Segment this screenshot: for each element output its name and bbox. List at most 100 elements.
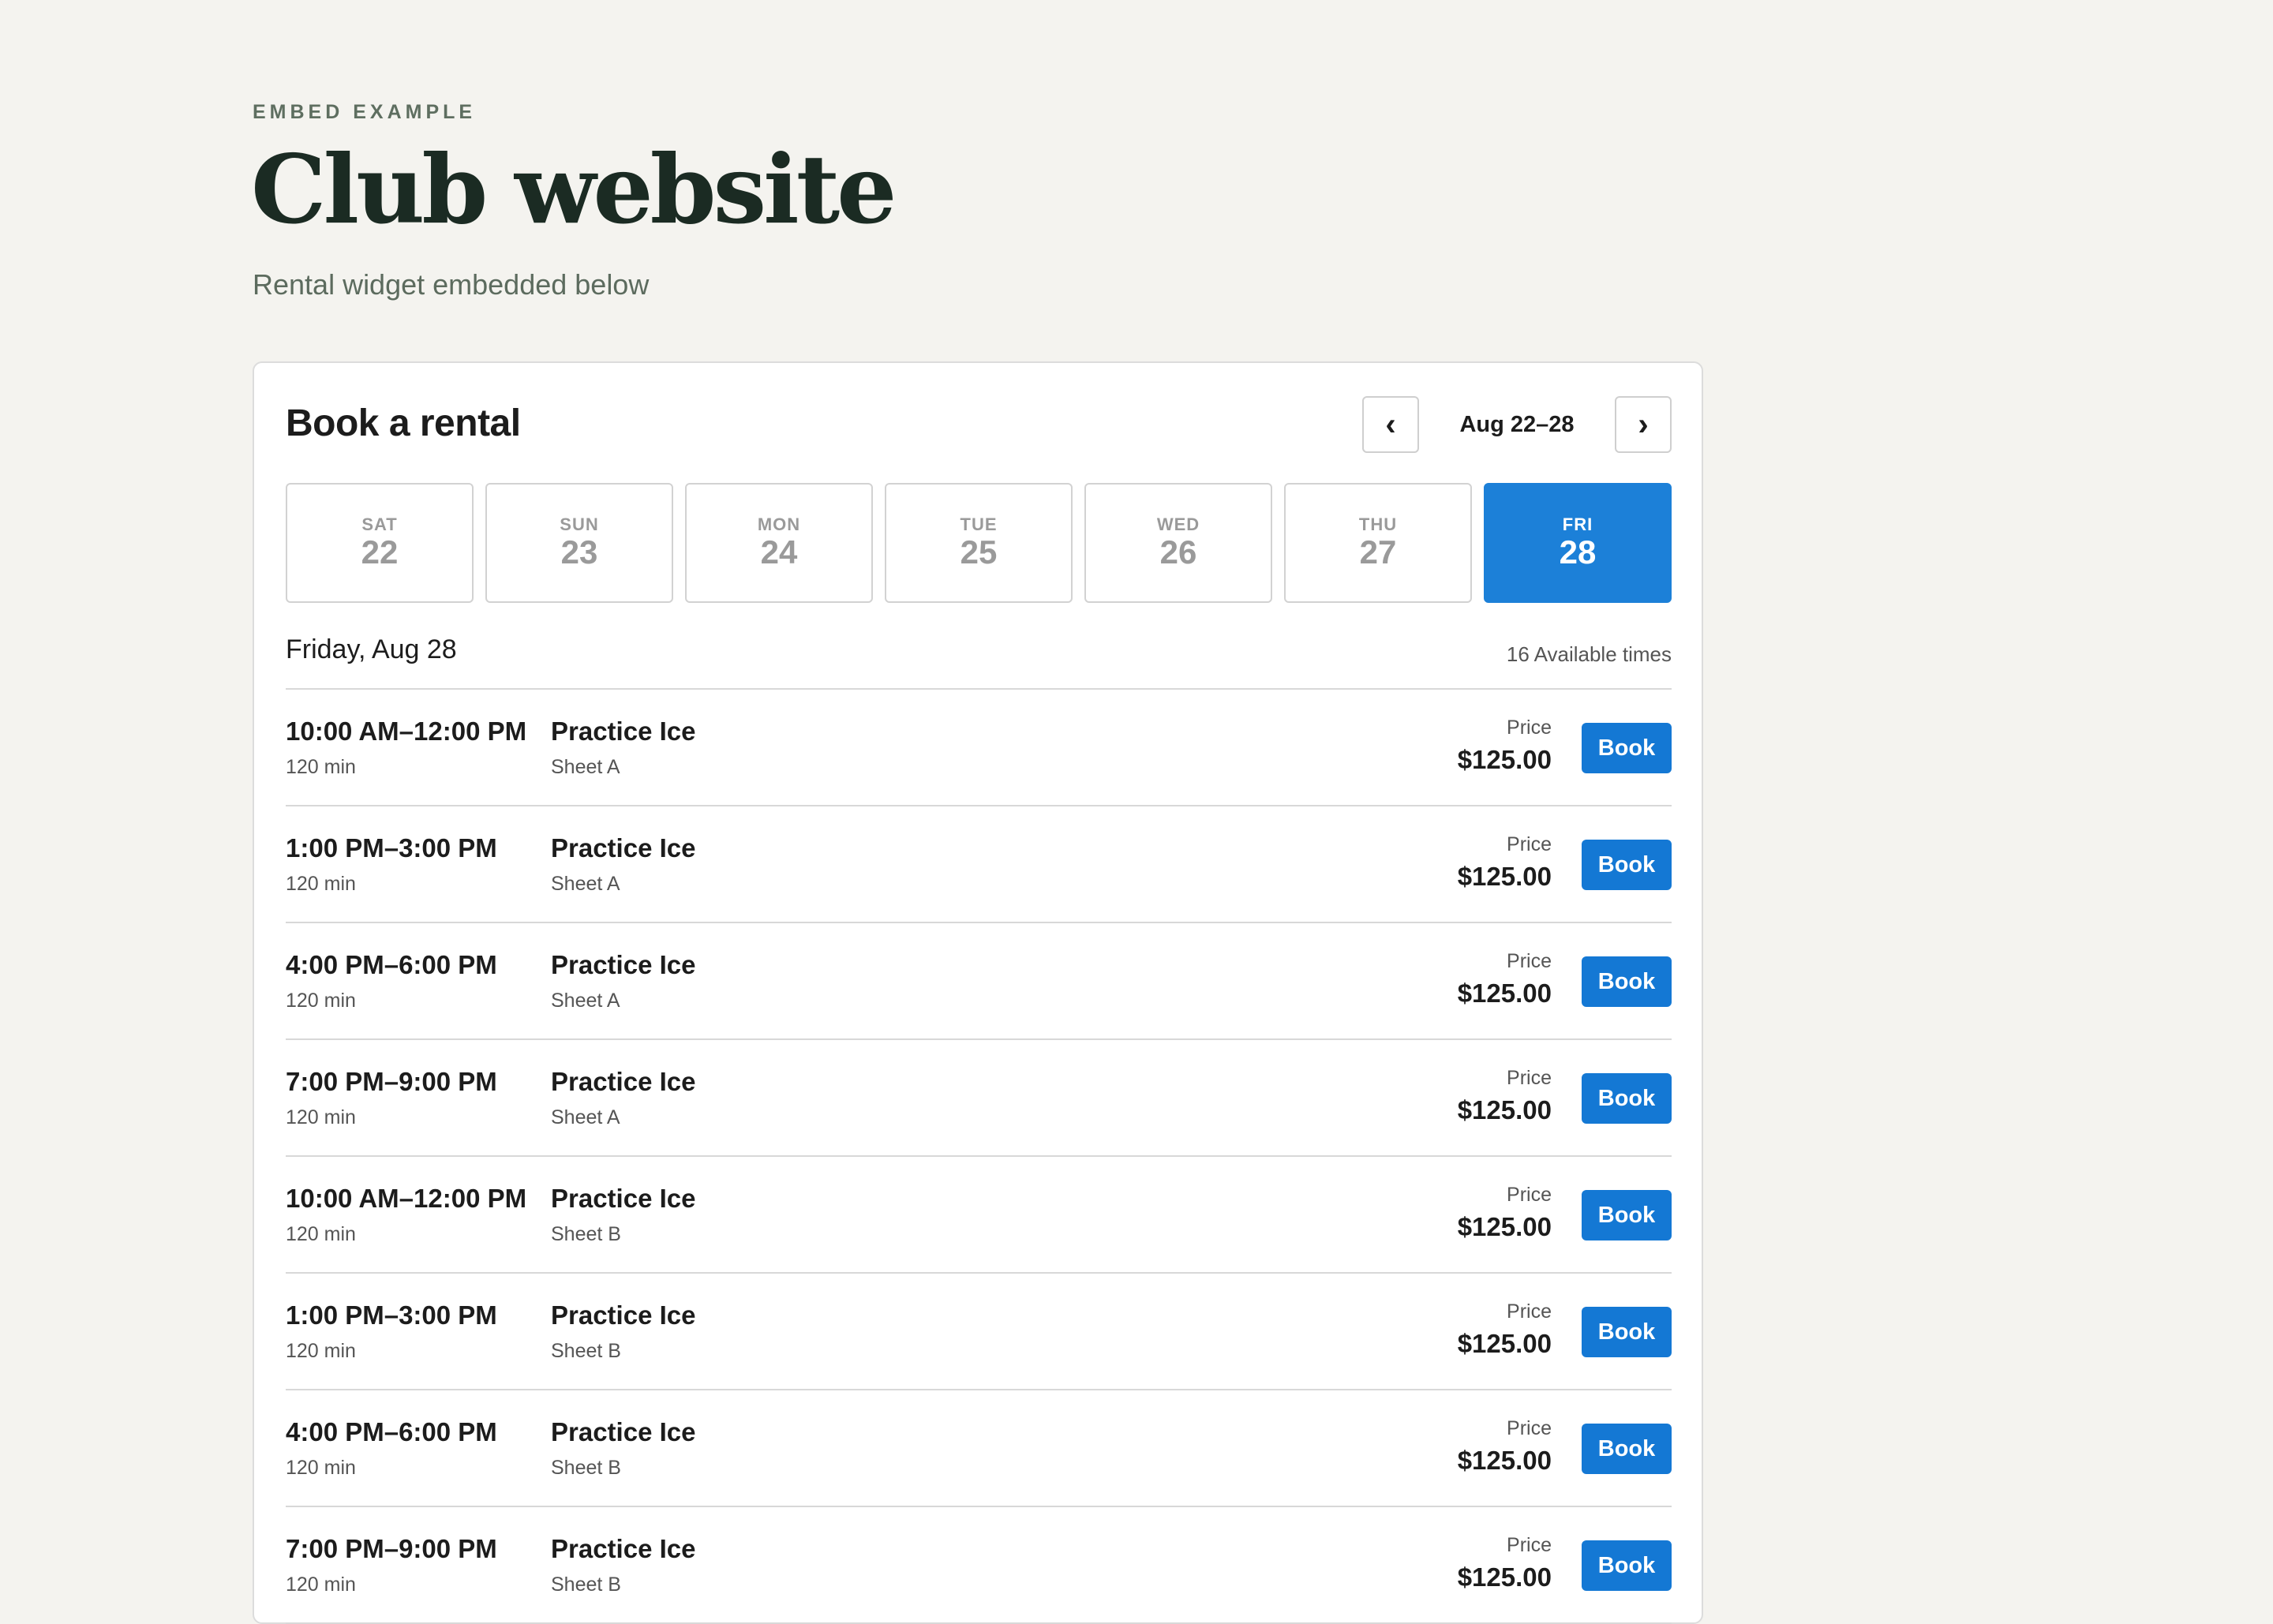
slot-time: 1:00 PM–3:00 PM: [286, 1300, 497, 1330]
slot-time: 7:00 PM–9:00 PM: [286, 1067, 497, 1096]
day-tile-sat[interactable]: SAT 22: [286, 483, 474, 603]
day-number: 27: [1359, 533, 1397, 571]
day-tile-tue[interactable]: TUE 25: [885, 483, 1073, 603]
slot-duration: 120 min: [286, 1457, 356, 1479]
widget-title: Book a rental: [286, 402, 521, 444]
day-of-week: TUE: [960, 515, 998, 534]
book-button[interactable]: Book: [1582, 1073, 1672, 1124]
time-slot-row: 7:00 PM–9:00 PM 120 min Practice Ice She…: [286, 1040, 1672, 1157]
slot-time: 10:00 AM–12:00 PM: [286, 717, 527, 746]
day-tile-sun[interactable]: SUN 23: [485, 483, 673, 603]
book-button[interactable]: Book: [1582, 840, 1672, 890]
date-range-label: Aug 22–28: [1459, 412, 1575, 437]
slot-time: 1:00 PM–3:00 PM: [286, 833, 497, 863]
slot-sheet: Sheet A: [551, 1106, 620, 1128]
day-of-week: SAT: [361, 515, 398, 534]
day-of-week: FRI: [1562, 515, 1593, 534]
book-button[interactable]: Book: [1582, 1540, 1672, 1591]
slot-time: 4:00 PM–6:00 PM: [286, 950, 497, 979]
day-of-week: SUN: [560, 515, 599, 534]
day-tile-wed[interactable]: WED 26: [1084, 483, 1272, 603]
book-button[interactable]: Book: [1582, 723, 1672, 773]
day-number: 24: [760, 533, 798, 571]
time-slot-row: 7:00 PM–9:00 PM 120 min Practice Ice She…: [286, 1507, 1672, 1624]
available-times-count: 16 Available times: [1507, 642, 1672, 667]
slot-time: 4:00 PM–6:00 PM: [286, 1417, 497, 1446]
slot-sheet: Sheet A: [551, 756, 620, 778]
chevron-right-icon: ›: [1638, 406, 1649, 442]
book-button[interactable]: Book: [1582, 1190, 1672, 1240]
day-tile-thu[interactable]: THU 27: [1284, 483, 1472, 603]
slot-price: $125.00: [1457, 1562, 1552, 1592]
previous-week-button[interactable]: ‹: [1362, 396, 1419, 453]
slot-duration: 120 min: [286, 1573, 356, 1596]
day-selector: SAT 22 SUN 23 MON 24 TUE 25 WED 26 THU 2…: [286, 483, 1672, 603]
slot-duration: 120 min: [286, 1223, 356, 1245]
price-label: Price: [1507, 1300, 1552, 1323]
day-number: 28: [1559, 533, 1597, 571]
day-of-week: THU: [1358, 515, 1398, 534]
slot-sheet: Sheet A: [551, 873, 620, 895]
slot-duration: 120 min: [286, 990, 356, 1012]
time-slot-row: 10:00 AM–12:00 PM 120 min Practice Ice S…: [286, 1157, 1672, 1274]
slot-duration: 120 min: [286, 873, 356, 895]
slot-rental-name: Practice Ice: [551, 1300, 696, 1330]
slot-price: $125.00: [1457, 745, 1552, 774]
book-button[interactable]: Book: [1582, 956, 1672, 1007]
slot-rental-name: Practice Ice: [551, 833, 696, 863]
slot-duration: 120 min: [286, 1340, 356, 1362]
slot-price: $125.00: [1457, 1329, 1552, 1358]
next-week-button[interactable]: ›: [1615, 396, 1672, 453]
book-button[interactable]: Book: [1582, 1424, 1672, 1474]
day-of-week: MON: [757, 515, 801, 534]
rental-widget: Book a rental ‹ Aug 22–28 › SAT 22 SUN 2…: [253, 361, 1703, 1624]
day-tile-mon[interactable]: MON 24: [685, 483, 873, 603]
slot-price: $125.00: [1457, 1095, 1552, 1124]
slot-sheet: Sheet B: [551, 1457, 621, 1479]
price-label: Price: [1507, 1184, 1552, 1206]
price-label: Price: [1507, 950, 1552, 972]
slot-sheet: Sheet B: [551, 1340, 621, 1362]
day-number: 26: [1159, 533, 1197, 571]
price-label: Price: [1507, 1534, 1552, 1556]
slot-rental-name: Practice Ice: [551, 1417, 696, 1446]
price-label: Price: [1507, 833, 1552, 855]
time-slot-list: 10:00 AM–12:00 PM 120 min Practice Ice S…: [286, 688, 1672, 1624]
chevron-left-icon: ‹: [1385, 406, 1396, 442]
slot-time: 10:00 AM–12:00 PM: [286, 1184, 527, 1213]
slot-rental-name: Practice Ice: [551, 1534, 696, 1563]
time-slot-row: 4:00 PM–6:00 PM 120 min Practice Ice She…: [286, 1390, 1672, 1507]
day-number: 23: [560, 533, 598, 571]
time-slot-row: 4:00 PM–6:00 PM 120 min Practice Ice She…: [286, 923, 1672, 1040]
available-label: Available times: [1533, 642, 1672, 666]
slot-sheet: Sheet B: [551, 1223, 621, 1245]
price-label: Price: [1507, 1067, 1552, 1089]
slot-rental-name: Practice Ice: [551, 717, 696, 746]
time-slot-row: 1:00 PM–3:00 PM 120 min Practice Ice She…: [286, 806, 1672, 923]
eyebrow-label: EMBED EXAMPLE: [253, 101, 477, 123]
slot-duration: 120 min: [286, 1106, 356, 1128]
slot-price: $125.00: [1457, 979, 1552, 1008]
day-number: 25: [960, 533, 998, 571]
slot-rental-name: Practice Ice: [551, 1067, 696, 1096]
slot-duration: 120 min: [286, 756, 356, 778]
slot-time: 7:00 PM–9:00 PM: [286, 1534, 497, 1563]
book-button[interactable]: Book: [1582, 1307, 1672, 1357]
price-label: Price: [1507, 717, 1552, 739]
time-slot-row: 10:00 AM–12:00 PM 120 min Practice Ice S…: [286, 690, 1672, 806]
slot-price: $125.00: [1457, 1446, 1552, 1475]
selected-date-heading: Friday, Aug 28: [286, 634, 457, 664]
day-tile-fri[interactable]: FRI 28: [1484, 483, 1672, 603]
time-slot-row: 1:00 PM–3:00 PM 120 min Practice Ice She…: [286, 1274, 1672, 1390]
slot-rental-name: Practice Ice: [551, 950, 696, 979]
slot-price: $125.00: [1457, 862, 1552, 891]
slot-rental-name: Practice Ice: [551, 1184, 696, 1213]
day-number: 22: [361, 533, 399, 571]
day-of-week: WED: [1156, 515, 1200, 534]
slot-price: $125.00: [1457, 1212, 1552, 1241]
available-count: 16: [1506, 642, 1530, 666]
page-subtitle: Rental widget embedded below: [253, 268, 650, 301]
page-title: Club website: [251, 134, 897, 245]
price-label: Price: [1507, 1417, 1552, 1439]
slot-sheet: Sheet A: [551, 990, 620, 1012]
